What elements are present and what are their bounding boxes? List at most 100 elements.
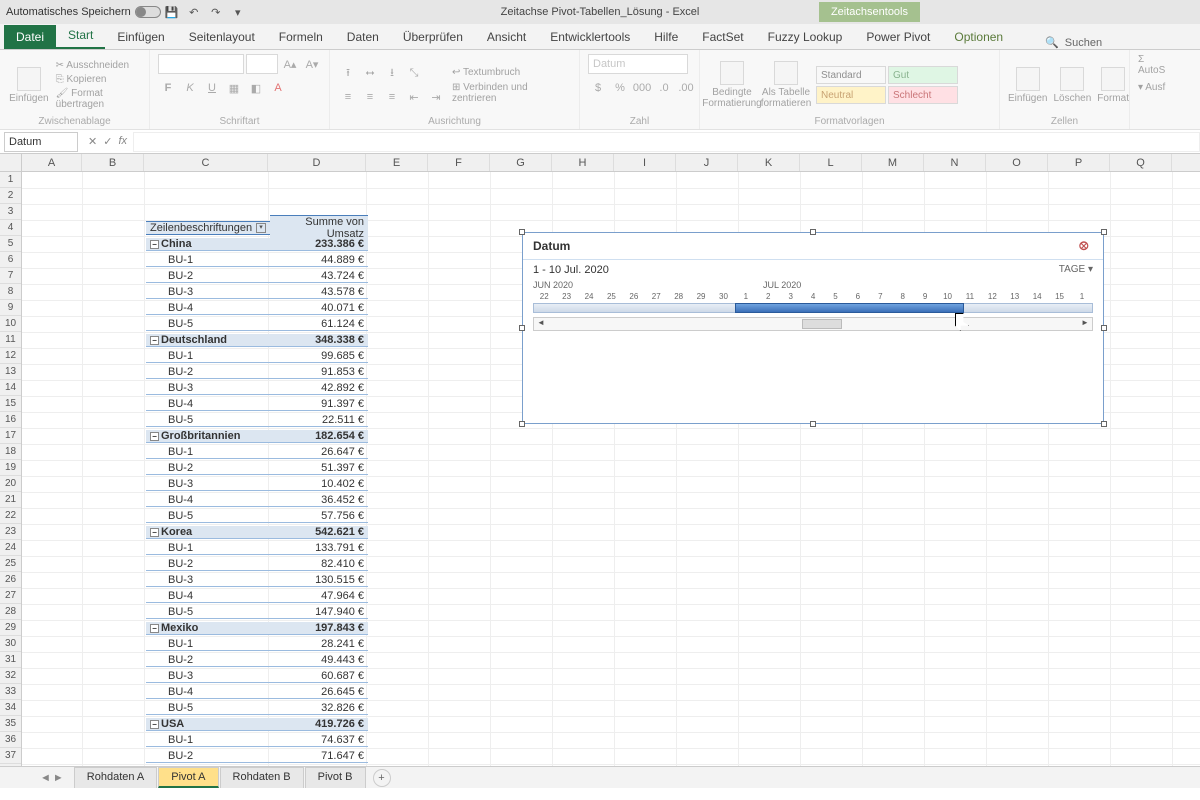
tab-options[interactable]: Optionen xyxy=(942,25,1015,49)
resize-handle-w-icon[interactable] xyxy=(519,325,525,331)
font-size-combo[interactable] xyxy=(246,54,278,74)
pivot-item[interactable]: BU-5 xyxy=(146,606,270,619)
clear-filter-icon[interactable]: ⮾ xyxy=(1079,239,1093,253)
filter-dropdown-icon[interactable]: ▾ xyxy=(256,223,266,233)
align-middle-icon[interactable]: ⭤ xyxy=(360,63,380,83)
row-header-13[interactable]: 13 xyxy=(0,364,21,380)
row-header-30[interactable]: 30 xyxy=(0,636,21,652)
format-painter-button[interactable]: 🖌 Format übertragen xyxy=(56,88,141,110)
row-header-35[interactable]: 35 xyxy=(0,716,21,732)
resize-handle-n-icon[interactable] xyxy=(810,229,816,235)
col-header-C[interactable]: C xyxy=(144,154,268,171)
scroll-left-icon[interactable]: ◄ xyxy=(534,318,548,330)
collapse-icon[interactable]: − xyxy=(150,624,159,633)
collapse-icon[interactable]: − xyxy=(150,432,159,441)
redo-icon[interactable]: ↷ xyxy=(208,4,224,20)
sheet-tab-pivot-a[interactable]: Pivot A xyxy=(158,767,218,788)
format-cells-button[interactable]: Format xyxy=(1097,67,1129,104)
style-neutral[interactable]: Neutral xyxy=(816,86,886,104)
dec-inc-icon[interactable]: .0 xyxy=(654,78,674,98)
col-header-D[interactable]: D xyxy=(268,154,366,171)
thousands-icon[interactable]: 000 xyxy=(632,78,652,98)
pivot-item[interactable]: BU-2 xyxy=(146,270,270,283)
resize-handle-ne-icon[interactable] xyxy=(1101,229,1107,235)
select-all-corner[interactable] xyxy=(0,154,22,171)
pivot-item[interactable]: BU-4 xyxy=(146,494,270,507)
timeline-bar[interactable] xyxy=(533,303,1093,313)
tab-start[interactable]: Start xyxy=(56,23,105,49)
autosum-button[interactable]: Σ AutoS xyxy=(1138,54,1172,76)
pivot-item[interactable]: BU-5 xyxy=(146,318,270,331)
pivot-item[interactable]: BU-1 xyxy=(146,254,270,267)
tab-daten[interactable]: Daten xyxy=(335,25,391,49)
col-header-F[interactable]: F xyxy=(428,154,490,171)
col-header-I[interactable]: I xyxy=(614,154,676,171)
style-standard[interactable]: Standard xyxy=(816,66,886,84)
pivot-item[interactable]: BU-3 xyxy=(146,286,270,299)
timeline-level-dropdown[interactable]: TAGE ▾ xyxy=(1059,264,1093,276)
resize-handle-sw-icon[interactable] xyxy=(519,421,525,427)
pivot-item[interactable]: BU-2 xyxy=(146,654,270,667)
row-header-27[interactable]: 27 xyxy=(0,588,21,604)
delete-cells-button[interactable]: Löschen xyxy=(1053,67,1091,104)
pivot-item[interactable]: BU-5 xyxy=(146,414,270,427)
row-header-23[interactable]: 23 xyxy=(0,524,21,540)
pivot-group[interactable]: −Korea xyxy=(146,526,270,539)
pivot-group[interactable]: −Großbritannien xyxy=(146,430,270,443)
fill-color-button[interactable]: ◧ xyxy=(246,78,266,98)
pivot-table[interactable]: Zeilenbeschriftungen▾Summe von Umsatz−Ch… xyxy=(146,220,368,766)
row-header-37[interactable]: 37 xyxy=(0,748,21,764)
sheet-tab-pivot-b[interactable]: Pivot B xyxy=(305,767,366,788)
pivot-item[interactable]: BU-5 xyxy=(146,702,270,715)
row-header-32[interactable]: 32 xyxy=(0,668,21,684)
pivot-item[interactable]: BU-3 xyxy=(146,382,270,395)
col-header-E[interactable]: E xyxy=(366,154,428,171)
pivot-item[interactable]: BU-3 xyxy=(146,670,270,683)
tab-seitenlayout[interactable]: Seitenlayout xyxy=(177,25,267,49)
pivot-item[interactable]: BU-3 xyxy=(146,766,270,767)
row-header-11[interactable]: 11 xyxy=(0,332,21,348)
pivot-item[interactable]: BU-3 xyxy=(146,574,270,587)
font-name-combo[interactable] xyxy=(158,54,244,74)
name-box[interactable]: Datum xyxy=(4,132,78,152)
resize-handle-e-icon[interactable] xyxy=(1101,325,1107,331)
pivot-item[interactable]: BU-1 xyxy=(146,446,270,459)
pivot-item[interactable]: BU-1 xyxy=(146,350,270,363)
scroll-right-icon[interactable]: ► xyxy=(1078,318,1092,330)
row-header-14[interactable]: 14 xyxy=(0,380,21,396)
undo-icon[interactable]: ↶ xyxy=(186,4,202,20)
border-button[interactable]: ▦ xyxy=(224,78,244,98)
align-bottom-icon[interactable]: ⭳ xyxy=(382,63,402,83)
tab-formeln[interactable]: Formeln xyxy=(267,25,335,49)
tab-hilfe[interactable]: Hilfe xyxy=(642,25,690,49)
align-left-icon[interactable]: ≡ xyxy=(338,87,358,107)
add-sheet-button[interactable]: + xyxy=(373,769,391,787)
row-header-18[interactable]: 18 xyxy=(0,444,21,460)
wrap-text-button[interactable]: ↩ Textumbruch xyxy=(452,67,571,78)
col-header-Q[interactable]: Q xyxy=(1110,154,1172,171)
italic-button[interactable]: K xyxy=(180,78,200,98)
conditional-formatting-button[interactable]: Bedingte Formatierung xyxy=(708,61,756,109)
row-header-36[interactable]: 36 xyxy=(0,732,21,748)
cancel-formula-icon[interactable]: ✕ xyxy=(88,135,97,148)
format-as-table-button[interactable]: Als Tabelle formatieren xyxy=(762,61,810,109)
timeline-scrollbar[interactable]: ◄ ► xyxy=(533,317,1093,331)
row-header-6[interactable]: 6 xyxy=(0,252,21,268)
row-header-10[interactable]: 10 xyxy=(0,316,21,332)
row-header-15[interactable]: 15 xyxy=(0,396,21,412)
pivot-item[interactable]: BU-1 xyxy=(146,638,270,651)
autosave-toggle[interactable]: Automatisches Speichern xyxy=(6,6,161,18)
pivot-item[interactable]: BU-1 xyxy=(146,542,270,555)
indent-dec-icon[interactable]: ⇤ xyxy=(404,87,424,107)
tab-einfügen[interactable]: Einfügen xyxy=(105,25,176,49)
collapse-icon[interactable]: − xyxy=(150,720,159,729)
dec-dec-icon[interactable]: .00 xyxy=(676,78,696,98)
underline-button[interactable]: U xyxy=(202,78,222,98)
sheet-tab-rohdaten-b[interactable]: Rohdaten B xyxy=(220,767,304,788)
paste-button[interactable]: Einfügen xyxy=(8,67,50,104)
number-format-combo[interactable]: Datum xyxy=(588,54,688,74)
qat-dropdown-icon[interactable]: ▾ xyxy=(230,4,246,20)
tab-fuzzy lookup[interactable]: Fuzzy Lookup xyxy=(756,25,855,49)
currency-icon[interactable]: $ xyxy=(588,78,608,98)
sheet-nav-arrows[interactable]: ◄► xyxy=(30,772,74,784)
